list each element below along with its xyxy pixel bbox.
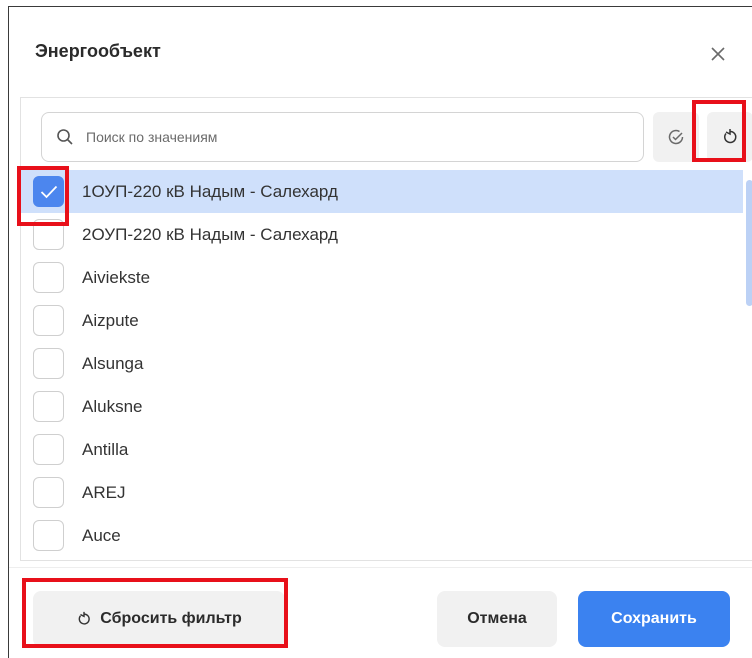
values-list: 1ОУП-220 кВ Надым - Салехард 2ОУП-220 кВ… — [21, 170, 743, 557]
list-item[interactable]: Aiviekste — [21, 256, 743, 299]
list-item-label: Aluksne — [82, 396, 143, 416]
list-item-label: Auce — [82, 525, 121, 545]
checkbox[interactable] — [33, 219, 64, 250]
checkbox[interactable] — [33, 348, 64, 379]
search-field[interactable] — [41, 112, 644, 162]
scrollbar-thumb[interactable] — [746, 180, 752, 306]
list-item-label: 1ОУП-220 кВ Надым - Салехард — [82, 181, 338, 201]
checkmark-icon — [40, 185, 57, 198]
reset-filter-label: Сбросить фильтр — [100, 610, 242, 627]
list-item[interactable]: Alsunga — [21, 342, 743, 385]
list-item-label: Aizpute — [82, 310, 139, 330]
list-item[interactable]: Auce — [21, 514, 743, 557]
checkbox[interactable] — [33, 477, 64, 508]
reset-filter-button[interactable]: Сбросить фильтр — [33, 591, 285, 647]
footer-divider — [9, 567, 752, 568]
list-item[interactable]: Antilla — [21, 428, 743, 471]
values-panel: 1ОУП-220 кВ Надым - Салехард 2ОУП-220 кВ… — [20, 97, 752, 561]
cancel-button[interactable]: Отмена — [437, 591, 557, 647]
search-icon — [56, 128, 74, 146]
close-button[interactable] — [705, 41, 731, 67]
close-icon — [711, 47, 725, 61]
select-all-button[interactable] — [653, 112, 699, 162]
list-item[interactable]: 1ОУП-220 кВ Надым - Салехард — [21, 170, 743, 213]
search-input[interactable] — [86, 129, 626, 145]
reset-selection-button[interactable] — [707, 112, 752, 162]
checkbox-checked[interactable] — [33, 176, 64, 207]
reset-icon — [76, 611, 92, 627]
checkbox[interactable] — [33, 262, 64, 293]
checkbox[interactable] — [33, 520, 64, 551]
list-item[interactable]: 2ОУП-220 кВ Надым - Салехард — [21, 213, 743, 256]
list-item-label: Alsunga — [82, 353, 144, 373]
checkbox[interactable] — [33, 434, 64, 465]
dialog-title: Энергообъект — [35, 41, 161, 61]
checkbox[interactable] — [33, 305, 64, 336]
save-button[interactable]: Сохранить — [578, 591, 730, 647]
checkbox[interactable] — [33, 391, 64, 422]
list-item-label: 2ОУП-220 кВ Надым - Салехард — [82, 224, 338, 244]
filter-dialog: Энергообъект Поиск по значениям 1ОУП-220… — [8, 6, 752, 658]
list-item[interactable]: Aluksne — [21, 385, 743, 428]
list-item[interactable]: AREJ — [21, 471, 743, 514]
list-item-label: Antilla — [82, 439, 129, 459]
reset-icon — [724, 129, 737, 144]
scrollbar[interactable] — [745, 170, 752, 560]
list-item-label: AREJ — [82, 482, 126, 502]
list-item[interactable]: Aizpute — [21, 299, 743, 342]
check-circle-icon — [668, 129, 684, 145]
list-item-label: Aiviekste — [82, 267, 151, 287]
